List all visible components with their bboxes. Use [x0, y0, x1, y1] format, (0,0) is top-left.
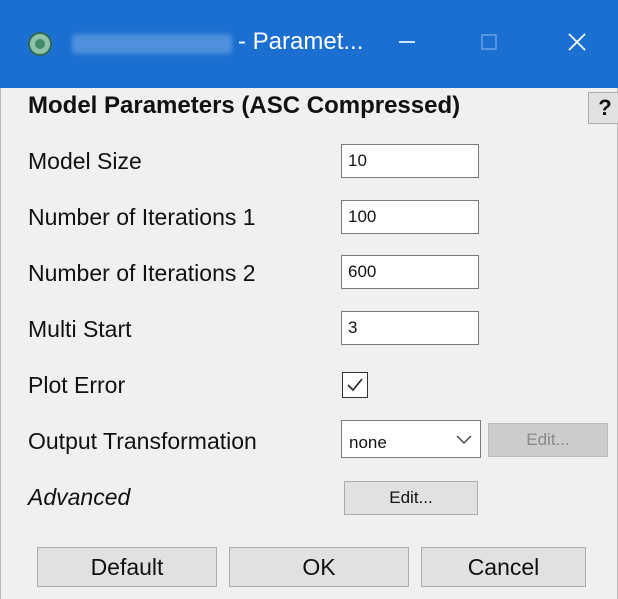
app-icon: [28, 32, 52, 56]
multi-start-field[interactable]: [341, 311, 479, 345]
iterations-1-field[interactable]: [341, 200, 479, 234]
dialog-heading: Model Parameters (ASC Compressed): [28, 92, 461, 119]
model-size-label: Model Size: [28, 148, 142, 174]
output-transformation-value: none: [349, 433, 387, 452]
help-button[interactable]: ?: [588, 92, 618, 124]
output-transformation-edit-button[interactable]: Edit...: [488, 423, 608, 457]
close-button[interactable]: [552, 20, 602, 64]
redacted-title: [72, 34, 232, 54]
multi-start-label: Multi Start: [28, 316, 132, 342]
advanced-label: Advanced: [28, 484, 131, 510]
output-transformation-select[interactable]: none: [341, 420, 481, 458]
checkmark-icon: [347, 378, 363, 392]
minimize-icon: [399, 41, 415, 43]
maximize-icon: [481, 34, 497, 50]
iterations-1-label: Number of Iterations 1: [28, 204, 256, 230]
default-button[interactable]: Default: [37, 547, 217, 587]
ok-button[interactable]: OK: [229, 547, 409, 587]
output-transformation-label: Output Transformation: [28, 428, 257, 454]
chevron-down-icon: [456, 435, 472, 444]
plot-error-label: Plot Error: [28, 372, 126, 398]
cancel-button[interactable]: Cancel: [421, 547, 586, 587]
iterations-2-field[interactable]: [341, 255, 479, 289]
close-icon: [568, 33, 586, 51]
advanced-edit-button[interactable]: Edit...: [344, 481, 478, 515]
window-title: - Paramet...: [238, 28, 364, 55]
plot-error-checkbox[interactable]: [342, 372, 368, 398]
iterations-2-label: Number of Iterations 2: [28, 260, 256, 286]
maximize-button[interactable]: [464, 20, 514, 64]
minimize-button[interactable]: [382, 20, 432, 64]
model-size-field[interactable]: [341, 144, 479, 178]
title-bar[interactable]: - Paramet...: [0, 0, 618, 88]
